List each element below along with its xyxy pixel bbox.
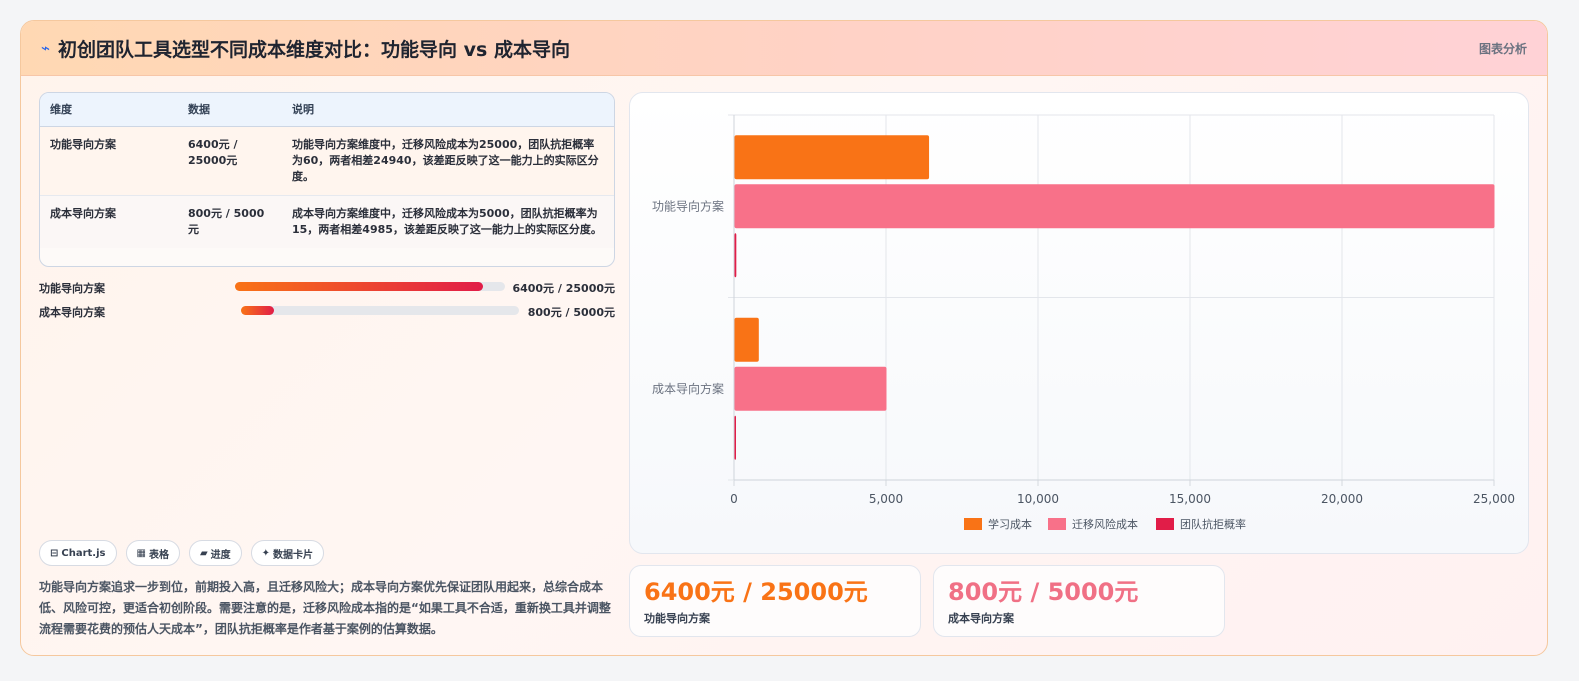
progress-list: 功能导向方案 6400元 / 25000元 成本导向方案 800元 / 5000…	[39, 278, 615, 326]
bar	[734, 184, 1495, 229]
cell-dimension: 成本导向方案	[50, 206, 116, 220]
cell-data: 800元 / 5000元	[188, 206, 265, 236]
legend-swatch	[1048, 518, 1066, 530]
progress-label: 成本导向方案	[39, 306, 105, 319]
chart-card: ⌁ 初创团队工具选型不同成本维度对比：功能导向 vs 成本导向 图表分析 维度 …	[20, 20, 1548, 656]
progress-track	[241, 306, 519, 315]
tag-label: Chart.js	[61, 547, 106, 559]
analysis-note: 功能导向方案追求一步到位，前期投入高，且迁移风险大；成本导向方案优先保证团队用起…	[39, 580, 611, 636]
x-tick-label: 0	[730, 492, 738, 506]
x-tick-label: 20,000	[1321, 492, 1363, 506]
table-header-row: 维度 数据 说明	[40, 93, 614, 127]
x-tick-label: 10,000	[1017, 492, 1059, 506]
stat-value: 6400元 / 25000元	[644, 578, 868, 606]
spark-icon: ⌁	[41, 39, 51, 57]
tag-table[interactable]: ▦ 表格	[125, 540, 180, 566]
tag-label: 数据卡片	[273, 549, 314, 561]
bar-chart-svg: 0 5,000 10,000 15,000 20,000 25,000 功能导向方案成本导向…	[652, 114, 1515, 531]
legend-swatch	[964, 518, 982, 530]
x-tick-label: 15,000	[1169, 492, 1211, 506]
table-row: 成本导向方案 800元 / 5000元 成本导向方案维度中，迁移风险成本为500…	[40, 195, 614, 248]
tech-tags: ⊟ Chart.js ▦ 表格 ▰ 进度 ✦ 数据卡片	[39, 540, 325, 566]
header-tag: 图表分析	[1478, 41, 1527, 56]
stat-card: 800元 / 5000元 成本导向方案	[933, 565, 1225, 637]
chart-icon: ⊟	[50, 547, 59, 559]
progress-row: 功能导向方案 6400元 / 25000元	[39, 278, 615, 302]
stat-label: 功能导向方案	[644, 612, 710, 625]
x-tick-label: 25,000	[1473, 492, 1515, 506]
x-tick-label: 5,000	[869, 492, 903, 506]
progress-icon: ▰	[199, 547, 208, 559]
progress-value: 6400元 / 25000元	[512, 282, 615, 295]
table-row: 功能导向方案 6400元 / 25000元 功能导向方案维度中，迁移风险成本为2…	[40, 126, 614, 195]
progress-value: 800元 / 5000元	[527, 306, 615, 319]
legend-label: 团队抗拒概率	[1180, 517, 1246, 531]
legend-label: 学习成本	[988, 517, 1032, 531]
stat-value: 800元 / 5000元	[948, 578, 1139, 606]
page-title: 初创团队工具选型不同成本维度对比：功能导向 vs 成本导向	[58, 38, 570, 61]
bar-chart: 0 5,000 10,000 15,000 20,000 25,000 功能导向方案 成本导向…	[629, 92, 1529, 554]
legend-swatch	[1156, 518, 1174, 530]
tag-progress[interactable]: ▰ 进度	[188, 540, 242, 566]
y-tick-label: 功能导向方案	[652, 198, 724, 213]
column-header-dimension: 维度	[40, 93, 178, 127]
stat-card: 6400元 / 25000元 功能导向方案	[629, 565, 921, 637]
stat-label: 成本导向方案	[948, 612, 1014, 625]
sparkle-icon: ✦	[261, 547, 271, 559]
tag-label: 进度	[210, 549, 231, 561]
bar	[734, 317, 759, 362]
title-group: ⌁ 初创团队工具选型不同成本维度对比：功能导向 vs 成本导向	[41, 35, 570, 62]
progress-fill	[241, 306, 275, 315]
table-icon: ▦	[136, 547, 146, 559]
tag-data-card[interactable]: ✦ 数据卡片	[250, 540, 325, 566]
tag-chartjs[interactable]: ⊟ Chart.js	[39, 540, 117, 566]
cell-data: 6400元 / 25000元	[188, 137, 238, 167]
column-header-description: 说明	[282, 93, 614, 127]
card-header: ⌁ 初创团队工具选型不同成本维度对比：功能导向 vs 成本导向 图表分析	[21, 21, 1547, 76]
column-header-data: 数据	[178, 93, 282, 127]
bar	[734, 135, 930, 180]
data-table: 维度 数据 说明 功能导向方案 6400元 / 25000元 功能导向方案维度中…	[39, 92, 615, 267]
progress-fill	[235, 282, 484, 291]
cell-description: 成本导向方案维度中，迁移风险成本为5000，团队抗拒概率为15，两者相差4985…	[292, 206, 602, 236]
progress-track	[235, 282, 505, 291]
bar	[734, 415, 736, 460]
legend-label: 迁移风险成本	[1072, 517, 1138, 531]
tag-label: 表格	[148, 549, 169, 561]
progress-row: 成本导向方案 800元 / 5000元	[39, 302, 615, 326]
cell-dimension: 功能导向方案	[50, 137, 116, 151]
progress-label: 功能导向方案	[39, 282, 105, 295]
y-tick-label: 成本导向方案	[652, 381, 724, 396]
bar	[734, 233, 737, 278]
cell-description: 功能导向方案维度中，迁移风险成本为25000，团队抗拒概率为60，两者相差249…	[292, 137, 599, 183]
bar	[734, 366, 887, 411]
